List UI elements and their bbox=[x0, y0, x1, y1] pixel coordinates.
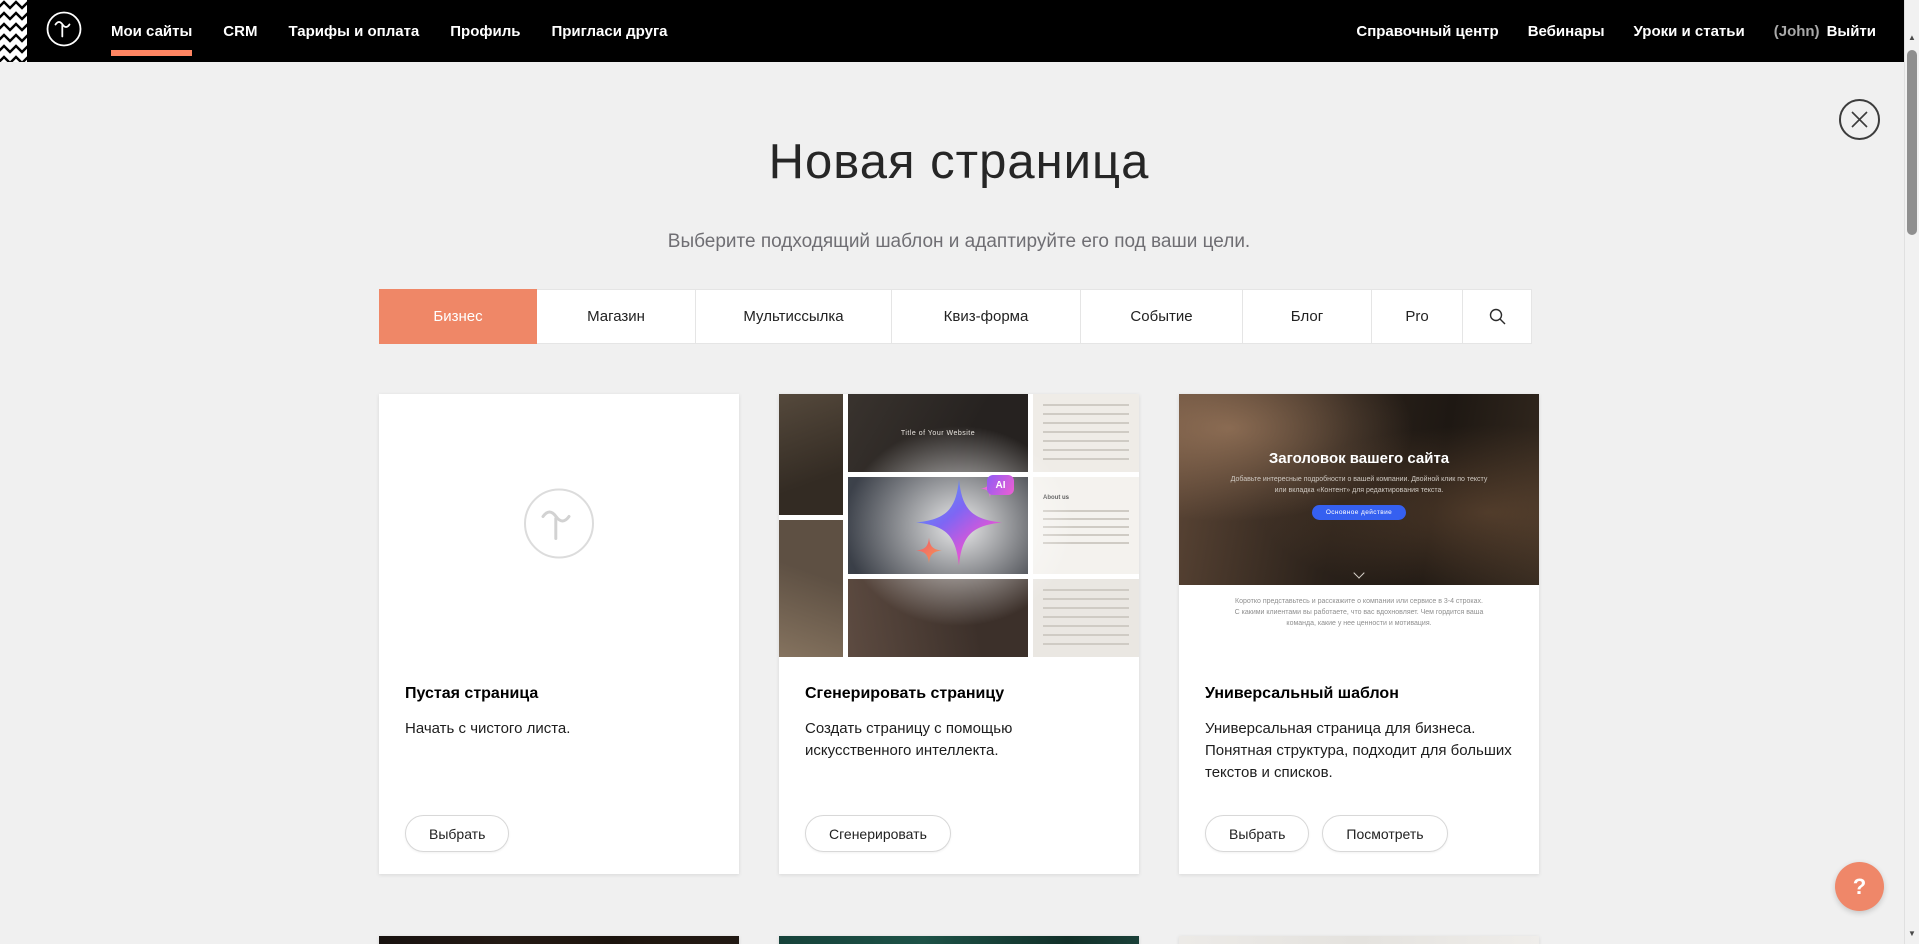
nav-item-webinars[interactable]: Вебинары bbox=[1528, 23, 1605, 40]
tab-quiz-form[interactable]: Квиз-форма bbox=[891, 289, 1081, 344]
tab-store[interactable]: Магазин bbox=[536, 289, 696, 344]
tilda-watermark-icon bbox=[521, 485, 597, 566]
ai-generate-preview[interactable]: Title of Your Website About us bbox=[779, 394, 1139, 657]
generate-button[interactable]: Сгенерировать bbox=[805, 815, 951, 852]
card-description: Универсальная страница для бизнеса. Поня… bbox=[1205, 718, 1513, 783]
nav-item-invite-friend[interactable]: Пригласи друга bbox=[551, 0, 667, 62]
template-card-row2-2[interactable] bbox=[779, 936, 1139, 944]
card-title: Пустая страница bbox=[405, 685, 713, 703]
user-name: (John) bbox=[1774, 23, 1820, 40]
chevron-down-icon bbox=[1353, 567, 1364, 578]
tab-business[interactable]: Бизнес bbox=[379, 289, 537, 344]
help-button[interactable]: ? bbox=[1835, 862, 1884, 911]
template-card-universal: Заголовок вашего сайта Добавьте интересн… bbox=[1179, 394, 1539, 874]
nav-item-pricing[interactable]: Тарифы и оплата bbox=[288, 0, 419, 62]
scrollbar-down-arrow[interactable]: ▼ bbox=[1905, 924, 1919, 942]
template-card-ai-generate: Title of Your Website About us bbox=[779, 394, 1139, 874]
light-template-image bbox=[1179, 936, 1539, 944]
template-body-text: Коротко представьтесь и расскажите о ком… bbox=[1233, 596, 1485, 630]
card-title: Сгенерировать страницу bbox=[805, 685, 1113, 703]
tilda-logo[interactable] bbox=[44, 9, 84, 54]
page-title: Новая страница bbox=[379, 134, 1539, 190]
nav-item-help-center[interactable]: Справочный центр bbox=[1356, 23, 1498, 40]
secondary-nav: Справочный центр Вебинары Уроки и статьи… bbox=[1356, 23, 1876, 40]
template-hero-section: Заголовок вашего сайта Добавьте интересн… bbox=[1179, 394, 1539, 585]
restaurant-template-image bbox=[379, 936, 739, 944]
tab-event[interactable]: Событие bbox=[1080, 289, 1243, 344]
zigzag-pattern-decoration bbox=[0, 0, 27, 62]
tab-search[interactable] bbox=[1462, 289, 1532, 344]
template-hero-subtext: Добавьте интересные подробности о вашей … bbox=[1229, 474, 1488, 496]
preview-button[interactable]: Посмотреть bbox=[1322, 815, 1447, 852]
top-navigation-bar: Мои сайты CRM Тарифы и оплата Профиль Пр… bbox=[0, 0, 1904, 62]
universal-template-preview[interactable]: Заголовок вашего сайта Добавьте интересн… bbox=[1179, 394, 1539, 657]
template-hero-heading: Заголовок вашего сайта bbox=[1179, 450, 1539, 467]
nav-item-profile[interactable]: Профиль bbox=[450, 0, 520, 62]
vertical-scrollbar: ▲ ▼ bbox=[1904, 0, 1919, 944]
tab-blog[interactable]: Блог bbox=[1242, 289, 1372, 344]
card-description: Создать страницу с помощью искусственног… bbox=[805, 718, 1113, 762]
nav-item-my-sites[interactable]: Мои сайты bbox=[111, 0, 192, 62]
search-icon bbox=[1489, 308, 1506, 325]
ai-badge: AI bbox=[987, 475, 1014, 495]
logout-link[interactable]: Выйти bbox=[1827, 23, 1876, 40]
card-title: Универсальный шаблон bbox=[1205, 685, 1513, 703]
template-grid: Пустая страница Начать с чистого листа. … bbox=[379, 394, 1539, 944]
template-cta-button: Основное действие bbox=[1312, 505, 1406, 520]
close-icon bbox=[1851, 111, 1868, 128]
blank-page-preview[interactable] bbox=[379, 394, 739, 657]
scrollbar-thumb[interactable] bbox=[1907, 50, 1917, 235]
template-text-section: Коротко представьтесь и расскажите о ком… bbox=[1179, 585, 1539, 657]
choose-button[interactable]: Выбрать bbox=[1205, 815, 1309, 852]
template-card-row2-1[interactable] bbox=[379, 936, 739, 944]
template-card-row2-3[interactable] bbox=[1179, 936, 1539, 944]
choose-button[interactable]: Выбрать bbox=[405, 815, 509, 852]
page-subtitle: Выберите подходящий шаблон и адаптируйте… bbox=[379, 231, 1539, 253]
close-button[interactable] bbox=[1839, 99, 1880, 140]
nav-item-lessons[interactable]: Уроки и статьи bbox=[1634, 23, 1745, 40]
teal-template-image bbox=[779, 936, 1139, 944]
card-description: Начать с чистого листа. bbox=[405, 718, 713, 740]
template-category-tabs: Бизнес Магазин Мультиссылка Квиз-форма С… bbox=[379, 289, 1539, 344]
tab-pro[interactable]: Pro bbox=[1371, 289, 1463, 344]
main-nav: Мои сайты CRM Тарифы и оплата Профиль Пр… bbox=[111, 0, 668, 62]
template-card-blank: Пустая страница Начать с чистого листа. … bbox=[379, 394, 739, 874]
tab-multilink[interactable]: Мультиссылка bbox=[695, 289, 892, 344]
nav-item-crm[interactable]: CRM bbox=[223, 0, 257, 62]
scrollbar-up-arrow[interactable]: ▲ bbox=[1905, 28, 1919, 46]
